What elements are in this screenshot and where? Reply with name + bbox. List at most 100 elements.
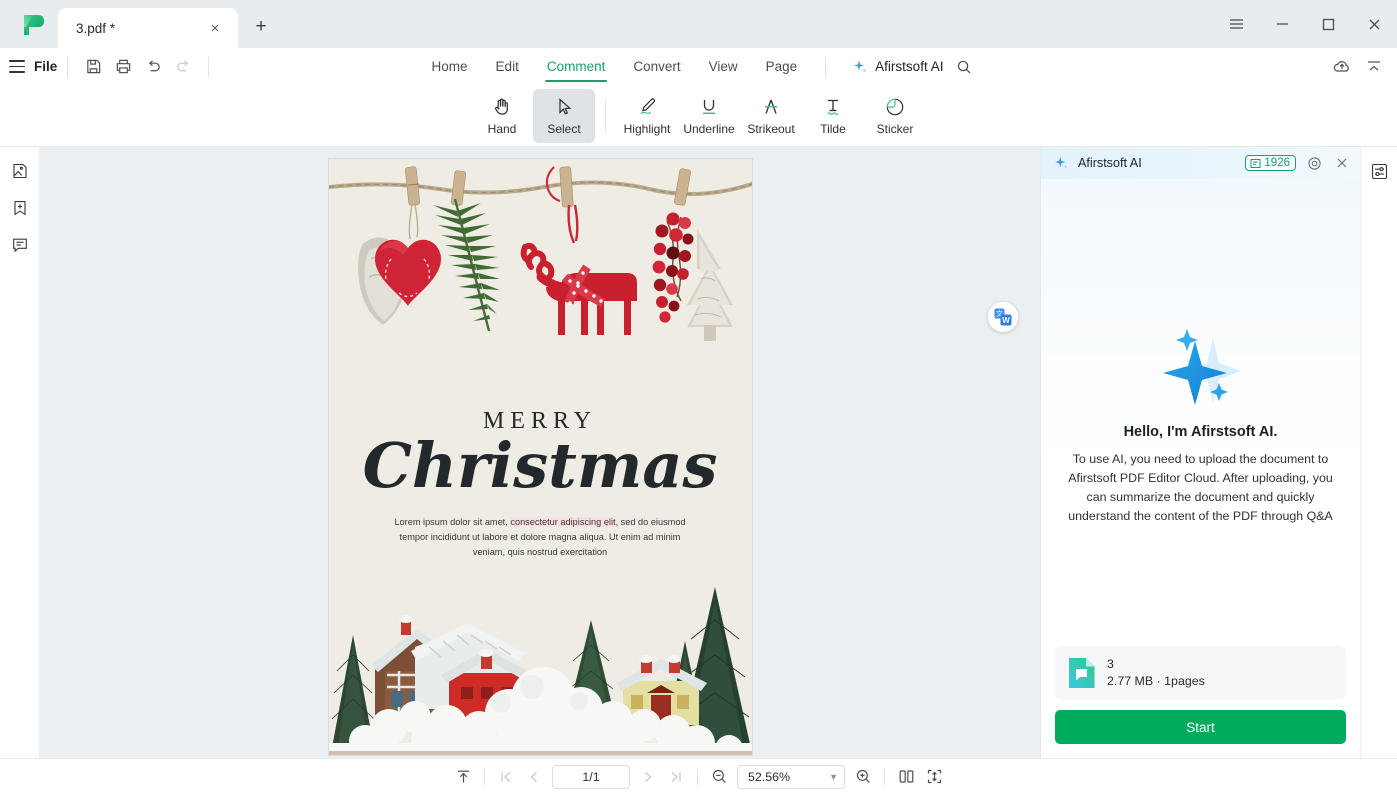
app-logo-icon xyxy=(18,11,48,39)
tab-convert[interactable]: Convert xyxy=(619,48,694,85)
file-menu-button[interactable]: File xyxy=(34,59,57,74)
save-as-icon[interactable] xyxy=(78,54,108,80)
divider xyxy=(605,98,606,133)
body-lead: Lorem ipsum dolor sit amet, xyxy=(394,517,511,527)
divider xyxy=(208,56,210,77)
bookmark-add-icon[interactable] xyxy=(6,194,34,222)
first-page-icon[interactable] xyxy=(492,764,520,790)
tool-label: Tilde xyxy=(820,122,846,136)
divider xyxy=(67,56,69,77)
strikeout-icon xyxy=(765,99,777,114)
tab-strip: 3.pdf * × + xyxy=(58,0,276,48)
maximize-button[interactable] xyxy=(1305,4,1351,44)
chevron-down-icon: ▼ xyxy=(829,771,838,782)
fit-page-icon[interactable] xyxy=(920,764,948,790)
tab-home[interactable]: Home xyxy=(418,48,482,85)
left-sidebar xyxy=(0,147,40,758)
tool-sticker[interactable]: Sticker xyxy=(864,89,926,143)
tool-label: Select xyxy=(547,122,581,136)
tool-underline[interactable]: Underline xyxy=(678,89,740,143)
tab-title: 3.pdf * xyxy=(76,20,116,36)
tool-strikeout[interactable]: Strikeout xyxy=(740,89,802,143)
divider xyxy=(697,768,698,785)
search-icon[interactable] xyxy=(949,54,979,80)
dual-page-view-icon[interactable] xyxy=(892,764,920,790)
tool-label: Highlight xyxy=(623,122,671,136)
sticker-note-icon xyxy=(886,98,904,116)
highlight-pen-icon xyxy=(640,98,656,115)
window-controls xyxy=(1213,0,1397,48)
tool-hand[interactable]: Hand xyxy=(471,89,533,143)
underline-icon xyxy=(703,100,715,115)
title-bar: 3.pdf * × + xyxy=(0,0,1397,48)
translate-to-word-icon[interactable]: 文 W xyxy=(988,302,1018,332)
redo-icon[interactable] xyxy=(168,54,198,80)
main-menu-icon[interactable] xyxy=(9,60,25,73)
tab-edit[interactable]: Edit xyxy=(482,48,533,85)
scroll-to-top-icon[interactable] xyxy=(449,764,477,790)
ai-assistant-button[interactable]: Afirstsoft AI xyxy=(830,59,943,75)
main-body: MERRY Christmas Lorem ipsum dolor sit am… xyxy=(0,147,1397,758)
page-indicator-input[interactable]: 1/1 xyxy=(552,764,630,789)
tool-select[interactable]: Select xyxy=(533,88,595,143)
ai-assistant-label: Afirstsoft AI xyxy=(875,59,944,74)
collapse-ribbon-icon[interactable] xyxy=(1359,54,1389,80)
svg-text:W: W xyxy=(1002,316,1010,325)
divider xyxy=(884,768,885,785)
tool-label: Underline xyxy=(683,122,735,136)
tab-page[interactable]: Page xyxy=(752,48,812,85)
page-heading-large: Christmas xyxy=(362,429,718,502)
right-sidebar xyxy=(1360,147,1397,758)
thumbnails-icon[interactable] xyxy=(6,157,34,185)
divider xyxy=(825,56,827,77)
zoom-in-icon[interactable] xyxy=(849,764,877,790)
app-window: 3.pdf * × + File Home Edit Comment Conve… xyxy=(0,0,1397,794)
prev-page-icon[interactable] xyxy=(520,764,548,790)
file-meta: 3 2.77 MB · 1pages xyxy=(1107,656,1205,689)
ai-sparkle-icon xyxy=(1055,156,1068,169)
ai-credits-value: 1926 xyxy=(1264,157,1290,169)
tab-comment[interactable]: Comment xyxy=(533,48,620,85)
page-body-text: Lorem ipsum dolor sit amet, consectetur … xyxy=(385,515,696,561)
ai-panel-header: Afirstsoft AI 1926 xyxy=(1041,147,1360,179)
ai-greeting: Hello, I'm Afirstsoft AI. xyxy=(1123,424,1278,440)
hand-icon xyxy=(495,98,508,115)
highlighted-text[interactable]: consectetur adipiscing elit xyxy=(510,517,616,527)
ai-credits-badge[interactable]: 1926 xyxy=(1245,155,1296,171)
document-tab[interactable]: 3.pdf * × xyxy=(58,8,238,48)
zoom-level-value: 52.56% xyxy=(748,769,791,784)
tab-close-icon[interactable]: × xyxy=(204,17,226,39)
status-bar: 1/1 52.56% ▼ xyxy=(0,758,1397,794)
cursor-select-icon xyxy=(559,98,572,115)
pdf-page[interactable]: MERRY Christmas Lorem ipsum dolor sit am… xyxy=(328,159,752,755)
properties-panel-icon[interactable] xyxy=(1365,157,1393,185)
undo-icon[interactable] xyxy=(138,54,168,80)
menu-bar: File Home Edit Comment Convert View Page… xyxy=(0,48,1397,85)
target-settings-icon[interactable] xyxy=(1304,153,1324,173)
next-page-icon[interactable] xyxy=(634,764,662,790)
window-close-button[interactable] xyxy=(1351,4,1397,44)
zoom-level-select[interactable]: 52.56% ▼ xyxy=(737,764,845,789)
close-icon[interactable] xyxy=(1332,153,1352,173)
credit-token-icon xyxy=(1250,158,1261,168)
app-menu-button[interactable] xyxy=(1213,4,1259,44)
ai-side-panel: Afirstsoft AI 1926 Hello, I'm Afirstsoft… xyxy=(1040,147,1360,758)
tool-highlight[interactable]: Highlight xyxy=(616,89,678,143)
print-icon[interactable] xyxy=(108,54,138,80)
tool-label: Strikeout xyxy=(747,122,795,136)
tab-view[interactable]: View xyxy=(695,48,752,85)
comments-icon[interactable] xyxy=(6,231,34,259)
divider xyxy=(484,768,485,785)
tool-label: Hand xyxy=(487,122,517,136)
last-page-icon[interactable] xyxy=(662,764,690,790)
tilde-squiggly-icon xyxy=(827,99,839,115)
zoom-out-icon[interactable] xyxy=(705,764,733,790)
tool-tilde[interactable]: Tilde xyxy=(802,89,864,143)
cloud-upload-icon[interactable] xyxy=(1327,54,1357,80)
minimize-button[interactable] xyxy=(1259,4,1305,44)
file-details: 2.77 MB · 1pages xyxy=(1107,674,1205,688)
uploaded-file-card[interactable]: 3 2.77 MB · 1pages xyxy=(1055,646,1346,700)
pdf-viewer[interactable]: MERRY Christmas Lorem ipsum dolor sit am… xyxy=(40,147,1040,758)
new-tab-button[interactable]: + xyxy=(246,12,276,42)
start-button[interactable]: Start xyxy=(1055,710,1346,744)
